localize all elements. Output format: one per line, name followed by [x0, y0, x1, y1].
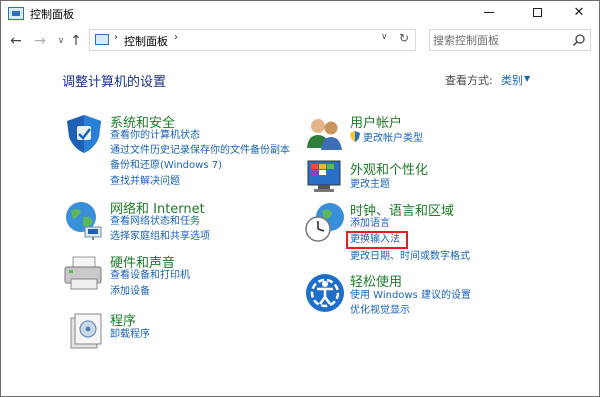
chevron-down-icon: ∨ [57, 36, 65, 46]
link-homegroup-sharing[interactable]: 选择家庭组和共享选项 [110, 230, 210, 244]
ease-of-access-icon[interactable] [304, 272, 346, 314]
back-button[interactable]: ← [7, 31, 25, 51]
search-input[interactable] [433, 32, 569, 48]
link-devices-printers[interactable]: 查看设备和打印机 [110, 269, 190, 283]
link-view-computer-status[interactable]: 查看你的计算机状态 [110, 129, 200, 143]
navigation-bar: ← → ∨ ↑ › 控制面板 › ∨ ↻ [1, 28, 599, 54]
maximize-button[interactable] [515, 1, 559, 27]
breadcrumb-chevron-icon[interactable]: › [114, 32, 118, 43]
category-title-programs[interactable]: 程序 [110, 310, 136, 329]
category-title-user-accounts[interactable]: 用户帐户 [350, 112, 402, 131]
title-bar: 控制面板 ✕ [1, 1, 599, 27]
window-title: 控制面板 [30, 8, 74, 21]
link-windows-recommended-settings[interactable]: 使用 Windows 建议的设置 [350, 289, 471, 303]
link-troubleshoot[interactable]: 查找并解决问题 [110, 175, 180, 189]
monitor-palette-icon[interactable] [304, 157, 346, 199]
link-change-account-type-label[interactable]: 更改帐户类型 [363, 133, 423, 144]
link-file-history-backup[interactable]: 通过文件历史记录保存你的文件备份副本 [110, 144, 290, 158]
view-by-dropdown[interactable]: 类别 [501, 72, 523, 88]
link-change-input-method[interactable]: 更换输入法 [350, 233, 400, 247]
printer-icon[interactable] [63, 253, 105, 295]
breadcrumb-control-panel[interactable]: 控制面板 [124, 33, 168, 49]
shield-icon[interactable] [63, 113, 105, 155]
programs-icon[interactable] [65, 310, 107, 352]
view-by-label: 查看方式: [445, 74, 493, 87]
breadcrumb-chevron-icon[interactable]: › [174, 32, 178, 43]
up-button[interactable]: ↑ [67, 31, 85, 51]
close-icon: ✕ [573, 5, 585, 20]
arrow-left-icon: ← [10, 33, 22, 49]
link-backup-restore[interactable]: 备份和还原(Windows 7) [110, 159, 222, 173]
link-uninstall-program[interactable]: 卸载程序 [110, 328, 150, 342]
forward-button[interactable]: → [31, 31, 49, 51]
minimize-button[interactable] [467, 1, 511, 27]
clock-globe-icon[interactable] [304, 201, 346, 243]
minimize-icon [484, 12, 494, 13]
link-change-date-time-format[interactable]: 更改日期、时间或数字格式 [350, 250, 470, 264]
refresh-icon[interactable]: ↻ [399, 31, 409, 45]
globe-network-icon[interactable] [63, 199, 105, 241]
users-icon[interactable] [304, 114, 346, 156]
search-box[interactable] [429, 29, 591, 51]
link-add-device[interactable]: 添加设备 [110, 285, 150, 299]
link-network-status[interactable]: 查看网络状态和任务 [110, 215, 200, 229]
caret-down-icon[interactable]: ▼ [524, 74, 530, 83]
category-title-ease-of-access[interactable]: 轻松使用 [350, 271, 402, 290]
control-panel-location-icon [95, 34, 109, 45]
link-optimize-visual-display[interactable]: 优化视觉显示 [350, 304, 410, 318]
search-icon[interactable] [572, 33, 586, 47]
arrow-right-icon: → [34, 33, 46, 49]
uac-shield-icon [350, 131, 360, 142]
link-change-account-type[interactable]: 更改帐户类型 [350, 131, 423, 146]
address-dropdown-icon[interactable]: ∨ [381, 32, 388, 42]
control-panel-window: 控制面板 ✕ ← → ∨ ↑ › 控制面板 › ∨ ↻ 调整计算机的设置 查看方… [0, 0, 600, 397]
control-panel-app-icon [8, 7, 24, 20]
category-title-appearance[interactable]: 外观和个性化 [350, 159, 428, 178]
address-bar[interactable]: › 控制面板 › ∨ ↻ [89, 29, 416, 51]
close-button[interactable]: ✕ [557, 1, 600, 27]
page-title: 调整计算机的设置 [62, 75, 167, 90]
arrow-up-icon: ↑ [70, 33, 82, 49]
maximize-icon [532, 8, 542, 17]
link-change-theme[interactable]: 更改主题 [350, 178, 390, 192]
link-add-language[interactable]: 添加语言 [350, 217, 390, 231]
